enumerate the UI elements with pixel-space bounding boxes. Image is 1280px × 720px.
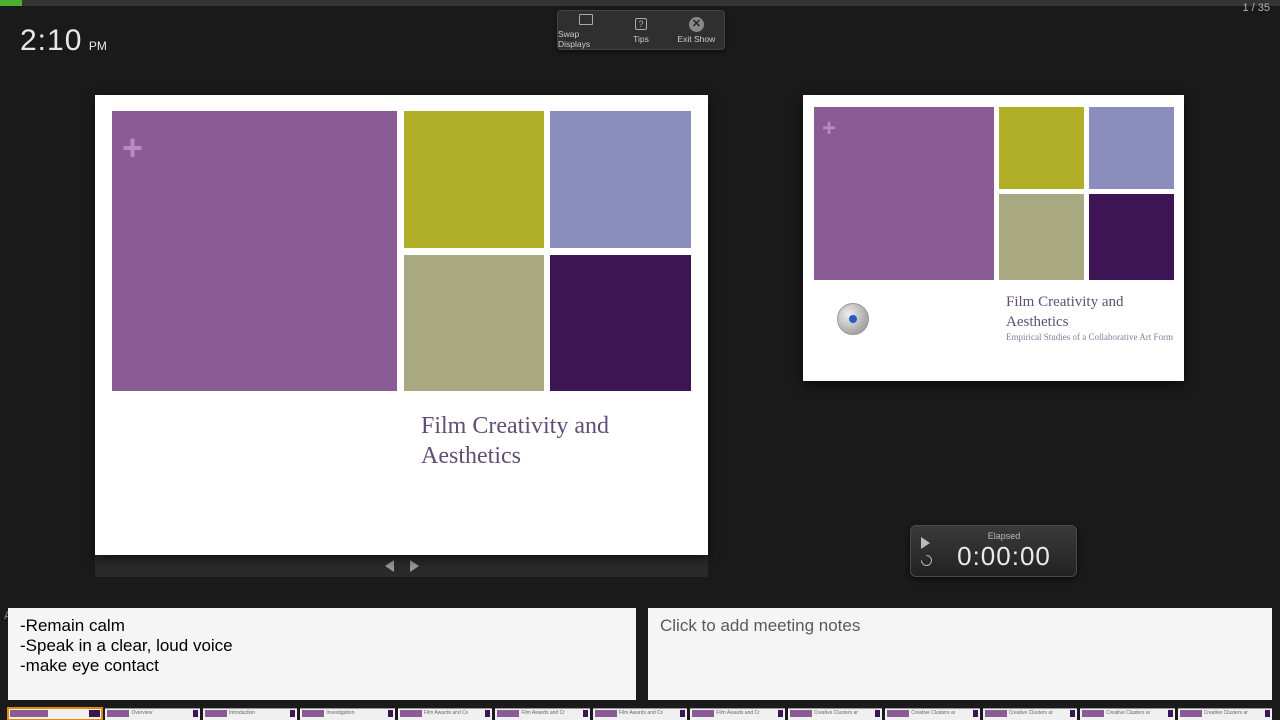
- timer-label: Elapsed: [988, 531, 1021, 541]
- slide-thumbnail[interactable]: Film Awards and Creative: [593, 708, 687, 720]
- clock-time: 2:10: [20, 24, 82, 57]
- current-slide-title: Film Creativity and Aesthetics: [421, 411, 671, 471]
- clock-ampm: PM: [89, 39, 107, 53]
- thumbnail-label: Introduction: [229, 710, 273, 716]
- audio-icon: [837, 303, 869, 335]
- current-slide-container: + Film Creativity and Aesthetics: [95, 95, 708, 578]
- slide-thumbnail[interactable]: Creative Clusters and: [1178, 708, 1272, 720]
- elapsed-timer: Elapsed 0:00:00: [910, 525, 1077, 577]
- slide-tile-olive: [404, 111, 544, 248]
- meeting-notes-pane[interactable]: Click to add meeting notes: [648, 608, 1272, 700]
- thumbnail-label: Film Awards and Creative: [716, 710, 760, 716]
- tips-button[interactable]: ? Tips: [613, 11, 668, 49]
- slide-thumbnail[interactable]: Film Awards and Creative: [495, 708, 589, 720]
- slide-thumbnail[interactable]: Creative Clusters and: [1080, 708, 1174, 720]
- thumbnail-label: Creative Clusters and: [1106, 710, 1150, 716]
- exit-icon: ✕: [689, 17, 704, 32]
- plus-icon: +: [122, 127, 143, 169]
- next-slide-subtitle: Empirical Studies of a Collaborative Art…: [1006, 332, 1173, 342]
- timer-reset-button[interactable]: [919, 552, 935, 568]
- next-slide-preview[interactable]: + Film Creativity and Aesthetics Empiric…: [803, 95, 1184, 381]
- slide-counter: 1 / 35: [1242, 2, 1270, 14]
- plus-icon: +: [822, 115, 836, 143]
- thumbnail-label: Creative Clusters and: [1204, 710, 1248, 716]
- slide-tile-khaki: [404, 255, 544, 391]
- next-slide-title: Film Creativity and Aesthetics: [1006, 293, 1166, 332]
- prev-slide-button[interactable]: [385, 560, 394, 572]
- next-slide-button[interactable]: [410, 560, 419, 572]
- thumbnail-label: Film Awards and Creative: [619, 710, 663, 716]
- presenter-note-line: -Remain calm: [20, 616, 624, 636]
- thumbnail-label: Creative Clusters and: [1009, 710, 1053, 716]
- slide-thumbnail[interactable]: Creative Clusters and: [885, 708, 979, 720]
- next-tile-olive: [999, 107, 1084, 189]
- thumbnail-label: Film Awards and Creative: [521, 710, 565, 716]
- tips-icon: ?: [635, 18, 647, 30]
- tips-label: Tips: [633, 34, 649, 44]
- thumbnail-label: Creative Clusters and: [814, 710, 858, 716]
- slide-thumbnail[interactable]: Film Awards and Creative: [398, 708, 492, 720]
- next-tile-lilac: [1089, 107, 1174, 189]
- exit-show-button[interactable]: ✕ Exit Show: [669, 11, 724, 49]
- slide-thumbnail[interactable]: Creative Clusters and: [983, 708, 1077, 720]
- thumbnail-strip: Overview Introduction Investigation Film Aw…: [8, 708, 1272, 720]
- thumbnail-label: Investigation: [326, 710, 370, 716]
- exit-show-label: Exit Show: [677, 34, 715, 44]
- swap-displays-icon: [579, 14, 593, 25]
- next-tile-deep-purple: [1089, 194, 1174, 280]
- slide-thumbnail[interactable]: [8, 708, 102, 720]
- thumbnail-label: Film Awards and Creative: [424, 710, 468, 716]
- slide-tile-large: +: [112, 111, 397, 391]
- timer-value: 0:00:00: [957, 541, 1051, 572]
- next-tile-large: +: [814, 107, 994, 280]
- slide-tile-lilac: [550, 111, 691, 248]
- slide-thumbnail[interactable]: Investigation: [300, 708, 394, 720]
- presenter-note-line: -Speak in a clear, loud voice: [20, 636, 624, 656]
- next-tile-khaki: [999, 194, 1084, 280]
- swap-displays-label: Swap Displays: [558, 29, 613, 49]
- thumbnail-label: Overview: [131, 710, 175, 716]
- thumbnail-label: Creative Clusters and: [911, 710, 955, 716]
- slide-thumbnail[interactable]: Introduction: [203, 708, 297, 720]
- presenter-notes-pane[interactable]: -Remain calm-Speak in a clear, loud voic…: [8, 608, 636, 700]
- slide-thumbnail[interactable]: Creative Clusters and: [788, 708, 882, 720]
- timer-play-button[interactable]: [921, 537, 930, 549]
- presenter-toolbar: Swap Displays ? Tips ✕ Exit Show: [557, 10, 725, 50]
- clock: 2:10 PM: [20, 24, 107, 58]
- slide-tile-deep-purple: [550, 255, 691, 391]
- slide-thumbnail[interactable]: Overview: [105, 708, 199, 720]
- presenter-note-line: -make eye contact: [20, 656, 624, 676]
- swap-displays-button[interactable]: Swap Displays: [558, 11, 613, 49]
- slide-nav-bar: [95, 555, 708, 577]
- progress-bar-fill: [0, 0, 22, 6]
- slide-thumbnail[interactable]: Film Awards and Creative: [690, 708, 784, 720]
- current-slide[interactable]: + Film Creativity and Aesthetics: [95, 95, 708, 555]
